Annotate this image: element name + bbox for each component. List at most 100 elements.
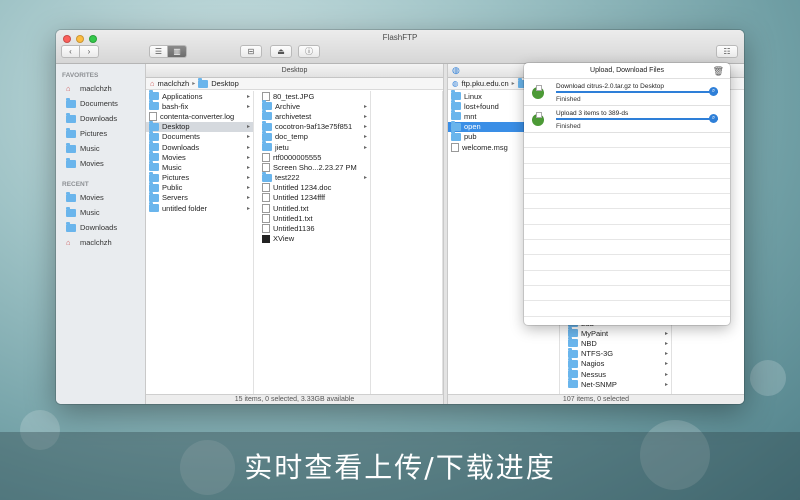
remote-host[interactable]: ftp.pku.edu.cn	[462, 79, 509, 88]
list-item[interactable]: Untitled 1234.doc	[259, 183, 370, 193]
chevron-right-icon: ▸	[664, 371, 668, 378]
list-item-label: doc_temp	[275, 132, 308, 142]
trash-icon[interactable]: 🗑	[713, 63, 724, 79]
sidebar-item-movies[interactable]: Movies	[56, 156, 145, 171]
window-title: FlashFTP	[382, 33, 418, 42]
list-item[interactable]: Movies ▸	[146, 151, 253, 162]
breadcrumb-item[interactable]: Desktop	[211, 79, 239, 88]
list-item[interactable]: Documents ▸	[146, 130, 253, 142]
folder-icon	[568, 327, 578, 338]
folder-icon	[262, 110, 272, 121]
folder-icon	[262, 171, 272, 182]
list-item[interactable]: jietu ▸	[259, 141, 370, 152]
list-item[interactable]: Desktop ▸	[146, 120, 253, 132]
list-item[interactable]: MyPaint ▸	[560, 327, 671, 338]
file-icon	[451, 142, 459, 152]
list-item[interactable]: test222 ▸	[259, 171, 370, 183]
connect-button[interactable]: ⊟	[240, 45, 262, 58]
sidebar-item-label: Movies	[80, 193, 104, 202]
list-item[interactable]: Net-SNMP ▸	[560, 378, 671, 389]
chevron-right-icon: ▸	[246, 175, 250, 182]
list-item-label: NBD	[581, 338, 597, 348]
progress-bar	[556, 118, 718, 120]
list-item[interactable]: Screen Sho...2.23.27 PM	[259, 162, 370, 172]
transfers-header: Upload, Download Files 🗑	[524, 63, 730, 79]
list-item-label: NTFS-3G	[581, 349, 614, 359]
list-item-label: Documents	[162, 132, 200, 142]
sidebar-item-downloads[interactable]: Downloads	[56, 111, 145, 126]
file-icon	[262, 213, 270, 223]
folder-icon	[149, 100, 159, 111]
list-item-label: pub	[464, 132, 477, 142]
eject-button[interactable]: ⏏	[270, 45, 292, 58]
list-item-label: Downloads	[162, 142, 200, 152]
list-item[interactable]: rtf0000005555	[259, 152, 370, 162]
sidebar-item-documents[interactable]: Documents	[56, 96, 145, 111]
list-item[interactable]: cocotron-9af13e75f851 ▸	[259, 120, 370, 132]
list-item[interactable]: Public ▸	[146, 181, 253, 193]
local-status-bar: 15 items, 0 selected, 3.33GB available	[146, 394, 443, 404]
list-item-label: Applications	[162, 91, 203, 101]
list-item[interactable]: Nessus ▸	[560, 368, 671, 379]
list-item[interactable]: 80_test.JPG	[259, 91, 370, 101]
local-pane-title: Desktop	[281, 67, 308, 74]
chevron-right-icon: ▸	[363, 175, 367, 182]
list-item[interactable]: untitled folder ▸	[146, 202, 253, 213]
list-item[interactable]: Pictures ▸	[146, 171, 253, 183]
transfer-task[interactable]: Upload 3 items to 389-ds Finished ⌕	[524, 106, 730, 133]
transfer-task[interactable]: Download citrus-2.0.tar.gz to Desktop Fin…	[524, 79, 730, 106]
list-item[interactable]: bash-fix ▸	[146, 100, 253, 111]
list-item[interactable]: doc_temp ▸	[259, 130, 370, 142]
list-item-label: Screen Sho...2.23.27 PM	[273, 162, 357, 172]
list-item-label: Public	[162, 183, 183, 193]
folder-icon	[568, 347, 578, 358]
sidebar-item-maclchzh[interactable]: ⌂ maclchzh	[56, 235, 145, 250]
list-view-button[interactable]: ☰	[149, 45, 168, 58]
reveal-in-finder-button[interactable]: ⌕	[709, 87, 718, 96]
chevron-right-icon: ▸	[664, 330, 668, 337]
column-view-button[interactable]: ▥	[168, 45, 187, 58]
list-item[interactable]: Untitled1136	[259, 223, 370, 234]
sidebar-item-music[interactable]: Music	[56, 205, 145, 220]
list-item[interactable]: Music ▸	[146, 161, 253, 172]
sidebar-item-pictures[interactable]: Pictures	[56, 126, 145, 141]
sidebar-item-music[interactable]: Music	[56, 141, 145, 156]
sidebar-item-movies[interactable]: Movies	[56, 190, 145, 205]
empty-row	[524, 133, 730, 149]
list-item[interactable]: contenta-converter.log	[146, 111, 253, 121]
chevron-right-icon: ▸	[246, 195, 250, 202]
list-item[interactable]: Untitled 1234ffff	[259, 193, 370, 203]
list-item[interactable]: XView	[259, 234, 370, 244]
list-item-label: XView	[273, 234, 295, 244]
file-icon	[262, 203, 270, 213]
reveal-in-finder-button[interactable]: ⌕	[709, 114, 718, 123]
list-item[interactable]: archivetest ▸	[259, 110, 370, 121]
info-button[interactable]: ⓘ	[298, 45, 320, 58]
sidebar-item-label: maclchzh	[80, 84, 112, 93]
list-item[interactable]: Archive ▸	[259, 100, 370, 111]
folder-icon	[262, 120, 272, 131]
chevron-right-icon: ▸	[363, 134, 367, 141]
folder-icon	[262, 130, 272, 141]
sidebar-item-downloads[interactable]: Downloads	[56, 220, 145, 235]
transfers-button[interactable]: ☷	[716, 45, 738, 58]
transfers-popover: Upload, Download Files 🗑 Download citrus…	[524, 63, 730, 325]
list-item[interactable]: Downloads ▸	[146, 141, 253, 152]
sidebar-item-label: Pictures	[80, 129, 108, 138]
breadcrumb-item[interactable]: maclchzh	[158, 79, 190, 88]
list-item[interactable]: NTFS-3G ▸	[560, 347, 671, 359]
forward-button[interactable]: ›	[80, 45, 99, 58]
back-button[interactable]: ‹	[61, 45, 80, 58]
list-item[interactable]: NBD ▸	[560, 337, 671, 348]
list-item[interactable]: Untitled.txt	[259, 203, 370, 213]
list-item[interactable]: Applications ▸	[146, 90, 253, 101]
folder-icon	[451, 130, 461, 141]
list-item[interactable]: Servers ▸	[146, 191, 253, 203]
folder-icon	[149, 161, 159, 172]
sidebar-item-maclchzh[interactable]: ⌂ maclchzh	[56, 81, 145, 96]
list-item-label: contenta-converter.log	[160, 111, 235, 121]
folder-icon	[149, 141, 159, 152]
list-item[interactable]: Untitled1.txt	[259, 213, 370, 223]
list-item[interactable]: Nagios ▸	[560, 357, 671, 369]
chevron-right-icon: ▸	[246, 103, 250, 110]
